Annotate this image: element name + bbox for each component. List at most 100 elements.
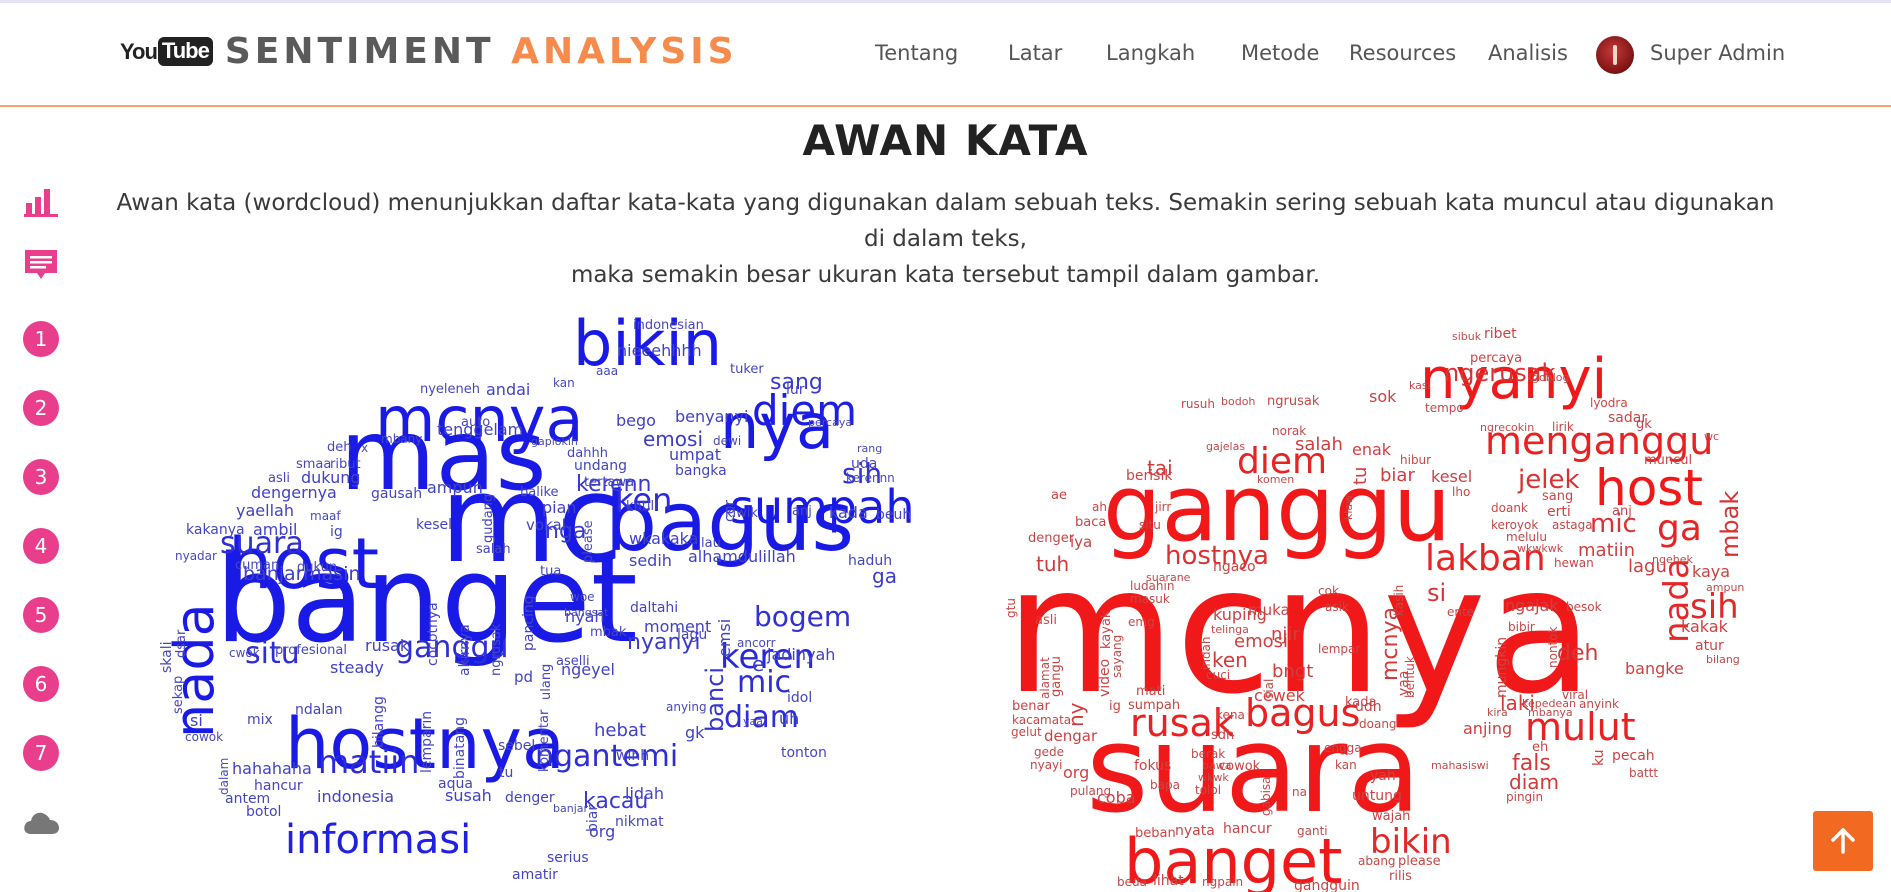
- cloud-word: lyodra: [1590, 395, 1628, 410]
- cloud-word: ulang: [539, 663, 554, 700]
- cloud-word: komentar: [537, 709, 552, 772]
- cloud-word: indonesia: [317, 786, 395, 806]
- cloud-word: dalam: [217, 757, 231, 795]
- cloud-word: cocotnya: [425, 602, 441, 666]
- cloud-word: lempar: [1318, 641, 1361, 656]
- cloud-word: tu: [1350, 466, 1371, 485]
- cloud-word: please: [1398, 853, 1441, 869]
- cloud-word: kesel: [416, 516, 453, 533]
- cloud-word: nyata: [1175, 822, 1215, 839]
- cloud-word: mbak: [1716, 490, 1744, 558]
- cloud-word: cwok: [229, 645, 260, 660]
- cloud-word: ny: [1064, 702, 1088, 727]
- cloud-word: denger: [505, 789, 555, 806]
- cloud-word: pd: [514, 667, 534, 686]
- cloud-word: battt: [1629, 765, 1659, 780]
- cloud-word: steady: [330, 657, 384, 677]
- cloud-word: emsi: [715, 618, 734, 657]
- cloud-word: banjar: [553, 801, 589, 815]
- cloud-word: informasi: [285, 817, 472, 863]
- cloud-word: alhamdulillah: [688, 546, 796, 566]
- cloud-word: atur: [1695, 637, 1724, 654]
- cloud-word: kira: [1487, 705, 1508, 719]
- cloud-word: nyadar: [175, 548, 217, 563]
- cloud-word: haduh: [848, 552, 893, 569]
- cloud-word: dewi: [713, 433, 742, 448]
- cloud-word: rusak: [365, 635, 410, 655]
- cloud-word: beuh: [876, 506, 912, 523]
- cloud-word: baca: [1075, 514, 1107, 530]
- wordcloud-positive: banget mas mc bagus host hostnya mcnya bikin nya…: [0, 0, 945, 892]
- cloud-word: abang: [1358, 853, 1396, 868]
- cloud-word: akirnya: [457, 624, 473, 676]
- cloud-word: asik: [1325, 599, 1349, 614]
- cloud-word: bibir: [1508, 619, 1535, 634]
- cloud-word: deh: [1557, 641, 1599, 667]
- cloud-word: bangka: [675, 462, 727, 479]
- cloud-word: lau: [701, 535, 721, 551]
- cloud-word: dukun: [297, 559, 338, 575]
- cloud-word: gabisa: [1259, 776, 1273, 816]
- cloud-word: hahahaha: [232, 758, 312, 778]
- cloud-word: undang: [574, 457, 627, 474]
- cloud-word: kakak: [1681, 616, 1728, 636]
- cloud-word: hibur: [1400, 452, 1432, 467]
- cloud-word: ga: [872, 564, 897, 588]
- cloud-word: kakanya: [186, 521, 245, 538]
- cloud-word: vokal: [526, 515, 566, 534]
- cloud-word: norak: [1272, 423, 1307, 438]
- cloud-word: cok: [1318, 583, 1339, 598]
- cloud-word: nontok: [1546, 626, 1560, 668]
- cloud-word: wajah: [1372, 808, 1411, 824]
- cloud-word: suarane: [1146, 570, 1191, 584]
- cloud-word: nieeehhhh: [617, 340, 702, 360]
- cloud-word: indonesian: [633, 317, 704, 333]
- cloud-word: cowok: [185, 729, 224, 744]
- cloud-word: nyeleneh: [420, 381, 481, 397]
- cloud-word: pecah: [1612, 747, 1655, 764]
- cloud-word: wkwk: [1198, 770, 1229, 784]
- cloud-word: lihat: [1153, 872, 1184, 889]
- cloud-word: bangke: [1625, 658, 1684, 678]
- wordcloud-negative: mcnya ganggu suara banget nyanyi host mengangg…: [945, 0, 1891, 892]
- cloud-word: beban: [1135, 825, 1176, 841]
- cloud-word: gajelas: [1206, 439, 1246, 453]
- cloud-word: gede: [1034, 744, 1064, 759]
- cloud-word: kasih: [1392, 584, 1406, 616]
- cloud-word: ngaco: [1213, 558, 1256, 575]
- cloud-word: hancur: [1223, 820, 1272, 837]
- cloud-word: kada: [829, 502, 868, 522]
- cloud-word: ig: [1109, 698, 1121, 714]
- cloud-word: komen: [1257, 472, 1295, 486]
- cloud-word: sebel: [498, 737, 536, 754]
- cloud-word: sumpah: [1128, 697, 1181, 713]
- cloud-word: sedih: [629, 550, 672, 570]
- cloud-word: kan: [553, 375, 575, 390]
- cloud-word: aaa: [596, 363, 619, 378]
- cloud-word: e: [752, 652, 765, 676]
- cloud-word: bodoh: [1221, 394, 1256, 408]
- cloud-word: wkwkwk: [1517, 541, 1564, 555]
- cloud-word: jirr: [1155, 499, 1172, 514]
- cloud-word: tolol: [1195, 782, 1222, 797]
- cloud-word: binatang: [452, 716, 468, 779]
- cloud-word: umpat: [669, 444, 721, 464]
- cloud-word: na: [1292, 784, 1307, 799]
- cloud-word: pingin: [1506, 789, 1544, 804]
- cloud-word: kesel: [1431, 466, 1473, 486]
- scroll-to-top-button[interactable]: [1813, 811, 1873, 871]
- cloud-word: kaya: [1692, 561, 1731, 581]
- cloud-word: bangsat: [564, 605, 609, 619]
- cloud-word: tertawa: [584, 474, 635, 490]
- cloud-word: tu: [499, 764, 514, 781]
- cloud-word: biar: [585, 804, 601, 832]
- cloud-word: enak: [1352, 439, 1392, 459]
- cloud-word: bapa: [1150, 777, 1180, 792]
- cloud-word: iya: [1070, 532, 1093, 551]
- cloud-word: ribet: [1484, 325, 1517, 342]
- cloud-word: x: [361, 440, 369, 455]
- cloud-word: si: [190, 710, 203, 730]
- cloud-word: sok: [1369, 386, 1397, 406]
- cloud-word: doank: [1491, 500, 1528, 515]
- cloud-word: asli: [1035, 612, 1057, 628]
